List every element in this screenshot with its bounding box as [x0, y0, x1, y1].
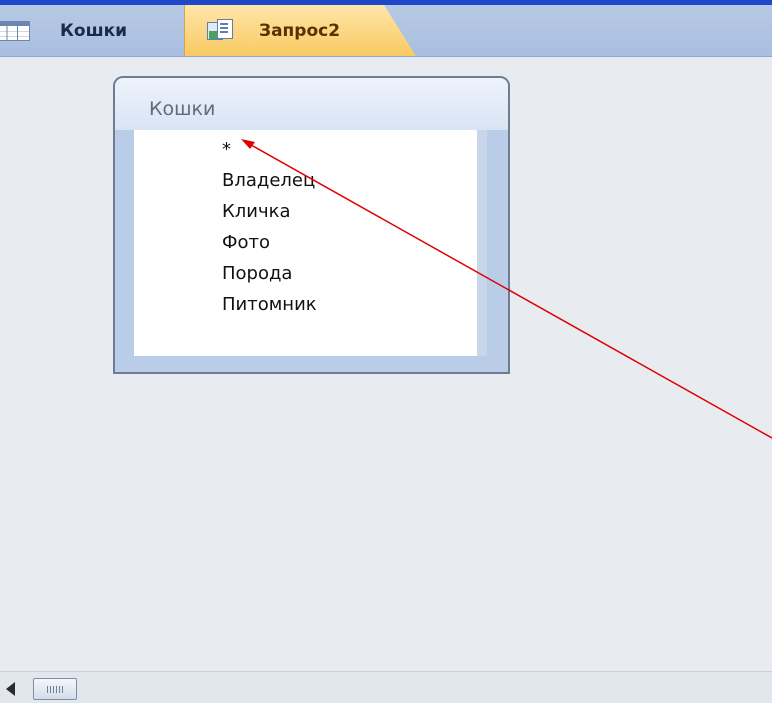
scroll-thumb-grip-icon [47, 686, 63, 693]
annotation-arrow-head [241, 139, 255, 149]
horizontal-scrollbar[interactable] [0, 671, 772, 703]
annotation-arrow [241, 139, 772, 439]
scroll-left-icon[interactable] [6, 682, 15, 696]
scroll-thumb[interactable] [33, 678, 77, 700]
annotation-arrow-line [243, 140, 772, 439]
